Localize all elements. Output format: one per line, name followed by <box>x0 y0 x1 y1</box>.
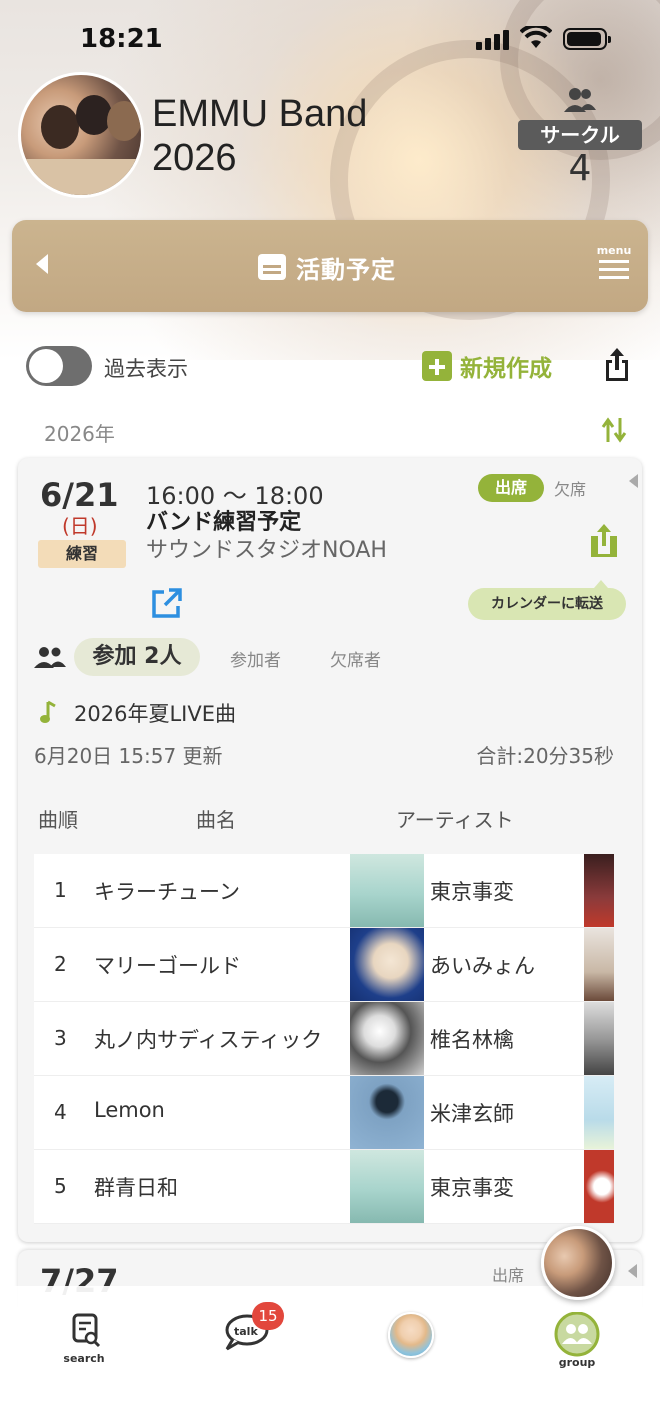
calendar-forward-button[interactable]: カレンダーに転送 <box>468 580 626 620</box>
event-card[interactable]: 6/21 (日) 練習 16:00 〜 18:00 バンド練習予定 サウンドスタ… <box>18 458 642 1242</box>
song-row[interactable]: 1 キラーチューン 東京事変 <box>34 854 614 928</box>
menu-button[interactable]: menu <box>594 244 634 288</box>
circle-label[interactable]: サークル <box>518 120 642 150</box>
external-link-icon[interactable] <box>150 586 184 620</box>
event-share-icon[interactable] <box>588 522 620 558</box>
next-event-attend[interactable]: 出席 <box>492 1262 524 1286</box>
group-name: EMMU Band 2026 <box>152 93 368 179</box>
artist-name: 東京事変 <box>430 880 514 904</box>
artist-name: 東京事変 <box>430 1176 514 1200</box>
svg-text:talk: talk <box>234 1325 258 1338</box>
year-label: 2026年 <box>44 422 115 446</box>
artist-photo <box>350 854 424 927</box>
song-number: 2 <box>54 952 67 976</box>
album-art <box>584 1076 614 1149</box>
status-bar: 18:21 <box>0 0 660 80</box>
status-time: 18:21 <box>80 24 163 54</box>
attend-button[interactable]: 出席 <box>478 474 544 502</box>
members-icon[interactable] <box>564 86 596 114</box>
event-venue: サウンドスタジオNOAH <box>146 538 387 563</box>
song-row[interactable]: 3 丸ノ内サディスティック 椎名林檎 <box>34 1002 614 1076</box>
tab-absentees[interactable]: 欠席者 <box>330 646 381 671</box>
song-row[interactable]: 5 群青日和 東京事変 <box>34 1150 614 1224</box>
updated-timestamp: 6月20日 15:57 更新 <box>34 744 223 768</box>
menu-label: menu <box>596 244 632 257</box>
song-title: 丸ノ内サディスティック <box>94 1028 323 1052</box>
past-display-label: 過去表示 <box>104 357 188 381</box>
bottom-navigation: search talk 15 group <box>0 1286 660 1428</box>
album-art <box>584 1002 614 1075</box>
back-arrow-icon[interactable] <box>36 254 48 274</box>
group-avatar[interactable] <box>18 72 144 198</box>
circle-count: 4 <box>568 148 592 189</box>
search-icon <box>72 1313 101 1348</box>
battery-icon <box>563 28 611 50</box>
column-header-artist: アーティスト <box>396 808 514 832</box>
collapse-arrow-icon[interactable] <box>628 1264 637 1278</box>
menu-lines-icon <box>599 260 629 263</box>
join-count-pill[interactable]: 参加 2人 <box>74 638 200 676</box>
song-title: Lemon <box>94 1098 165 1122</box>
song-number: 3 <box>54 1026 67 1050</box>
total-duration: 合計:20分35秒 <box>476 744 614 768</box>
calendar-plus-icon <box>422 351 452 381</box>
absent-button[interactable]: 欠席 <box>554 476 586 500</box>
participants-icon <box>34 647 66 668</box>
artist-photo <box>350 1002 424 1075</box>
column-header-order: 曲順 <box>38 808 78 832</box>
artist-name: 椎名林檎 <box>430 1028 514 1052</box>
music-note-icon <box>40 700 56 723</box>
song-title: マリーゴールド <box>94 954 241 978</box>
nav-profile-avatar[interactable] <box>388 1312 436 1358</box>
past-display-toggle[interactable] <box>26 346 92 386</box>
group-icon <box>554 1311 600 1357</box>
share-icon[interactable] <box>602 346 632 382</box>
artist-photo <box>350 1076 424 1149</box>
song-row[interactable]: 2 マリーゴールド あいみょん <box>34 928 614 1002</box>
song-row[interactable]: 4 Lemon 米津玄師 <box>34 1076 614 1150</box>
song-list: 1 キラーチューン 東京事変 2 マリーゴールド あいみょん 3 丸ノ内サディス… <box>34 854 614 1224</box>
artist-name: あいみょん <box>430 954 535 978</box>
album-art <box>584 854 614 927</box>
sort-icon[interactable] <box>600 416 628 444</box>
nav-group[interactable]: group <box>550 1311 604 1369</box>
calendar-icon <box>258 254 286 280</box>
nav-search-label: search <box>63 1352 105 1365</box>
activity-menu-bar: 活動予定 menu <box>12 220 648 312</box>
song-number: 4 <box>54 1100 67 1124</box>
column-header-song: 曲名 <box>196 808 236 832</box>
cellular-signal-icon <box>476 30 510 50</box>
wifi-icon <box>520 26 552 48</box>
album-art <box>584 928 614 1001</box>
menu-bar-title: 活動予定 <box>296 256 396 284</box>
setlist-name[interactable]: 2026年夏LIVE曲 <box>74 698 236 728</box>
collapse-arrow-icon[interactable] <box>629 474 638 488</box>
song-number: 1 <box>54 878 67 902</box>
create-new-label: 新規作成 <box>460 356 552 382</box>
song-number: 5 <box>54 1174 67 1198</box>
tab-participants[interactable]: 参加者 <box>230 646 281 671</box>
floating-group-avatar[interactable] <box>541 1226 615 1300</box>
event-day-of-week: (日) <box>62 514 98 538</box>
nav-search[interactable]: search <box>54 1312 114 1365</box>
song-title: キラーチューン <box>94 880 240 904</box>
artist-name: 米津玄師 <box>430 1102 514 1126</box>
song-title: 群青日和 <box>94 1176 178 1200</box>
talk-unread-badge: 15 <box>252 1302 284 1330</box>
artist-photo <box>350 928 424 1001</box>
album-art <box>584 1150 614 1223</box>
create-new-button[interactable]: 新規作成 <box>422 348 552 384</box>
artist-photo <box>350 1150 424 1223</box>
event-date: 6/21 <box>40 476 119 514</box>
event-kind-badge: 練習 <box>38 540 126 568</box>
